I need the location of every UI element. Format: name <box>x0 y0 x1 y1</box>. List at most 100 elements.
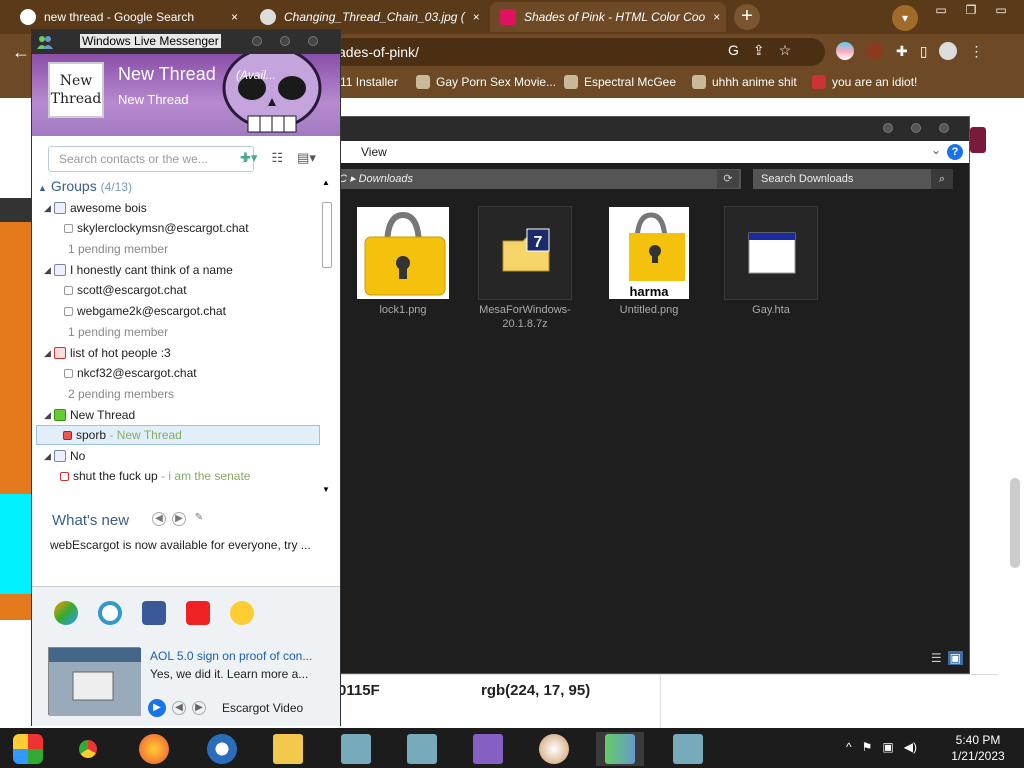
contact-item[interactable]: scott@escargot.chat <box>64 280 187 300</box>
youtube-icon[interactable] <box>186 601 210 625</box>
contact-item[interactable]: webgame2k@escargot.chat <box>64 301 226 321</box>
close-window-icon[interactable]: ▭ <box>986 0 1016 20</box>
details-view-icon[interactable]: ☰ <box>931 651 942 665</box>
taskbar-chrome[interactable] <box>64 732 112 766</box>
ccleaner-icon[interactable] <box>98 601 122 625</box>
tab-google-search[interactable]: new thread - Google Search × <box>10 2 248 32</box>
help-icon[interactable]: ? <box>947 144 963 160</box>
maximize-icon[interactable] <box>280 36 290 46</box>
status-dropdown[interactable]: (Avail... <box>236 68 276 82</box>
group-header[interactable]: ◢ awesome bois <box>44 198 147 218</box>
file-item[interactable]: lock1.png <box>355 207 451 317</box>
display-name[interactable]: New Thread <box>118 64 216 85</box>
close-icon[interactable] <box>308 36 318 46</box>
group-header[interactable]: ◢ I honestly cant think of a name <box>44 260 233 280</box>
page-button[interactable] <box>970 127 986 153</box>
search-contacts-input[interactable]: Search contacts or the we... ⌕ <box>48 146 254 172</box>
bookmark-star-icon[interactable]: ☆ <box>779 42 792 59</box>
next-icon[interactable]: ▶ <box>172 512 186 526</box>
wrench-icon[interactable]: ✎ <box>192 512 206 526</box>
next-icon[interactable]: ▶ <box>192 701 206 715</box>
previous-icon[interactable]: ◀ <box>152 512 166 526</box>
contact-item[interactable]: shut the fuck up - i am the senate <box>60 466 250 486</box>
pending-members[interactable]: 1 pending member <box>68 239 168 259</box>
back-arrow-icon[interactable]: ← <box>12 42 30 63</box>
search-input[interactable]: Search Downloads ⌕ <box>753 169 953 189</box>
scrollbar-thumb[interactable] <box>322 202 332 268</box>
bookmark-item[interactable]: uhhh anime shit <box>692 75 797 89</box>
taskbar-visual-studio[interactable] <box>464 732 512 766</box>
volume-icon[interactable]: ◀) <box>904 740 917 754</box>
share-icon[interactable]: ⇪ <box>753 42 765 59</box>
minimize-icon[interactable] <box>883 123 893 133</box>
address-field[interactable]: C ▸ Downloads <box>335 169 741 189</box>
file-item[interactable]: harma Untitled.png <box>601 207 697 317</box>
pending-members[interactable]: 1 pending member <box>68 322 168 342</box>
whats-new-text[interactable]: webEscargot is now available for everyon… <box>50 538 330 552</box>
minimize-icon[interactable]: ▭ <box>926 0 956 20</box>
file-item[interactable]: 7 MesaForWindows-20.1.8.7z <box>477 206 573 331</box>
contact-item[interactable]: sporb - New Thread <box>36 425 320 445</box>
taskbar-app[interactable] <box>398 732 446 766</box>
video-thumbnail[interactable] <box>48 647 141 716</box>
group-header[interactable]: ◢ list of hot people :3 <box>44 343 171 363</box>
restore-icon[interactable]: ❐ <box>956 0 986 20</box>
group-header[interactable]: ◢ New Thread <box>44 405 135 425</box>
change-view-icon[interactable]: ☷ <box>271 150 283 166</box>
group-header[interactable]: ◢ No <box>44 446 85 466</box>
previous-icon[interactable]: ◀ <box>172 701 186 715</box>
new-tab-button[interactable]: + <box>734 4 760 30</box>
pending-members[interactable]: 2 pending members <box>68 384 174 404</box>
close-icon[interactable]: × <box>223 10 238 24</box>
avatar-extension-icon[interactable] <box>866 42 884 60</box>
google-lens-icon[interactable]: G <box>728 42 739 59</box>
close-icon[interactable]: × <box>705 10 720 24</box>
tab-search-icon[interactable]: ▾ <box>892 5 918 31</box>
bookmark-item[interactable]: 11 Installer <box>340 75 398 89</box>
close-icon[interactable]: × <box>465 10 480 24</box>
personal-message[interactable]: New Thread <box>118 92 189 107</box>
video-source[interactable]: Escargot Video <box>222 701 303 715</box>
page-scrollbar[interactable] <box>1010 478 1020 568</box>
bookmark-item[interactable]: Gay Porn Sex Movie... <box>416 75 556 89</box>
video-title[interactable]: AOL 5.0 sign on proof of con... <box>150 649 312 663</box>
menu-view[interactable]: View <box>361 145 387 159</box>
bookmark-item[interactable]: you are an idiot! <box>812 75 917 89</box>
show-hidden-icons[interactable]: ^ <box>846 740 852 754</box>
sidepanel-icon[interactable]: ▯ <box>920 43 928 60</box>
contact-item[interactable]: nkcf32@escargot.chat <box>64 363 197 383</box>
contact-item[interactable]: skylerclockymsn@escargot.chat <box>64 218 249 238</box>
menu-dots-icon[interactable]: ⋮ <box>969 43 983 60</box>
taskbar-paint[interactable] <box>530 732 578 766</box>
clock[interactable]: 5:40 PM 1/21/2023 <box>948 732 1008 764</box>
refresh-icon[interactable]: ⟳ <box>717 170 739 188</box>
network-icon[interactable]: ▣ <box>882 740 893 754</box>
file-item[interactable]: Gay.hta <box>723 206 819 317</box>
large-icons-view-icon[interactable]: ▣ <box>947 651 963 665</box>
taskbar-app[interactable] <box>664 732 712 766</box>
start-button[interactable] <box>4 732 52 766</box>
windows-live-butterfly-icon[interactable] <box>54 601 78 625</box>
scroll-up-icon[interactable]: ▲ <box>322 178 330 187</box>
bookmark-item[interactable]: Espectral McGee <box>564 75 676 89</box>
tab-shades-of-pink[interactable]: Shades of Pink - HTML Color Coo × <box>490 2 726 32</box>
taskbar-messenger[interactable] <box>596 732 644 766</box>
avatar[interactable]: New Thread <box>48 62 104 118</box>
taskbar-explorer[interactable] <box>264 732 312 766</box>
facebook-icon[interactable] <box>142 601 166 625</box>
taskbar-obama[interactable] <box>198 732 246 766</box>
scroll-down-icon[interactable]: ▼ <box>322 485 330 494</box>
contact-list-scrollbar[interactable]: ▲ ▼ <box>320 178 332 494</box>
close-icon[interactable] <box>939 123 949 133</box>
options-menu-icon[interactable]: ▤▾ <box>297 150 316 166</box>
add-contact-icon[interactable]: ✚▾ <box>240 150 257 166</box>
chevron-down-icon[interactable]: ⌄ <box>931 143 941 157</box>
groups-header[interactable]: ▲ Groups (4/13) <box>38 178 132 194</box>
sun-icon[interactable] <box>230 601 254 625</box>
profile-icon[interactable] <box>939 42 958 60</box>
maximize-icon[interactable] <box>911 123 921 133</box>
taskbar-app[interactable] <box>332 732 380 766</box>
taskbar-firefox[interactable] <box>130 732 178 766</box>
play-icon[interactable]: ▶ <box>148 699 166 717</box>
minimize-icon[interactable] <box>252 36 262 46</box>
